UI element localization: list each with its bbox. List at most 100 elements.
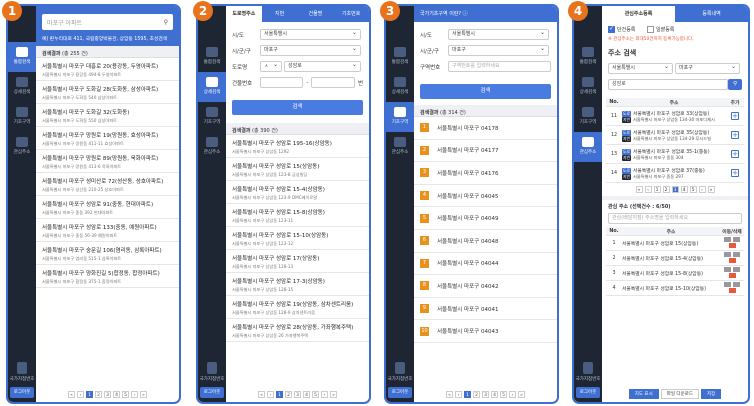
sidebar-item-national-point[interactable]: 국가지점번호 (8, 362, 36, 382)
save-button[interactable]: 저장 (701, 389, 722, 399)
page-button[interactable]: « (446, 391, 453, 398)
sidebar-item-detail[interactable]: 상세검색 (574, 72, 602, 102)
sidebar-item-integrated[interactable]: 통합검색 (8, 42, 36, 72)
sidebar-item-basic-zone[interactable]: 기초구역 (198, 102, 226, 132)
page-button[interactable]: 4 (491, 391, 498, 398)
page-button[interactable]: ‹ (455, 391, 462, 398)
building-sub-number[interactable] (311, 77, 355, 88)
page-button[interactable]: › (698, 186, 706, 193)
bulk-register-checkbox[interactable] (647, 26, 654, 33)
list-item[interactable]: 1 서울특별시 마포구 04178 (414, 117, 557, 140)
list-item[interactable]: 서울특별시 마포구 성암로 91(중동, 현대아파트) 서울특별시 마포구 중동 … (36, 196, 179, 219)
sidebar-item-national-point[interactable]: 국가지점번호 (198, 362, 226, 382)
tab-building-name[interactable]: 건물명 (298, 6, 334, 22)
page-button[interactable]: 2 (662, 186, 670, 193)
add-icon[interactable]: + (731, 131, 739, 139)
page-button[interactable]: 1 (86, 391, 93, 398)
page-button[interactable]: 1 (653, 186, 661, 193)
page-button[interactable]: 5 (500, 391, 507, 398)
page-button[interactable]: 3 (104, 391, 111, 398)
delete-icon[interactable] (728, 258, 736, 263)
tab-road-address[interactable]: 도로명주소 (226, 6, 262, 22)
page-button[interactable]: » (140, 391, 147, 398)
list-item[interactable]: 서울특별시 마포구 도화길 32(도화동) 서울특별시 마포구 도화동 550 삼… (36, 104, 179, 127)
list-item[interactable]: 2 서울특별시 마포구 04177 (414, 140, 557, 163)
delete-icon[interactable] (728, 243, 736, 248)
page-button[interactable]: » (518, 391, 525, 398)
list-item[interactable]: 서울특별시 마포구 성암로 15-4(상암동) 서울특별시 마포구 상암동 123… (226, 181, 369, 204)
single-register-checkbox[interactable] (608, 25, 615, 33)
list-item[interactable]: 서울특별시 마포구 성암로 17(상암동) 서울특별시 마포구 상암동 128-1… (226, 250, 369, 273)
page-button[interactable]: 1 (464, 391, 471, 398)
sidebar-item-national-point[interactable]: 국가지점번호 (386, 362, 414, 382)
sidebar-item-detail[interactable]: 상세검색 (386, 72, 414, 102)
favorite-name-input[interactable]: 관심(배달지점) 주소명을 입력하세요 (608, 213, 742, 224)
sidebar-item-national-point[interactable]: 국가지점번호 (574, 362, 602, 382)
move-down-icon[interactable] (733, 252, 740, 257)
page-button[interactable]: ‹ (644, 186, 652, 193)
list-item[interactable]: 서울특별시 마포구 성암로 15(상암동) 서울특별시 마포구 상암동 123-8… (226, 158, 369, 181)
list-item[interactable]: 7 서울특별시 마포구 04044 (414, 253, 557, 276)
logout-button[interactable]: 로그아웃 (576, 387, 600, 398)
sidebar-item-favorites[interactable]: 관심주소 (574, 132, 602, 162)
page-button[interactable]: « (258, 391, 265, 398)
move-up-icon[interactable] (724, 252, 731, 257)
move-down-icon[interactable] (733, 237, 740, 242)
page-button[interactable]: › (509, 391, 516, 398)
list-item[interactable]: 서울특별시 마포구 숭문길 106(염리동, 삼록아파트) 서울특별시 마포구 염… (36, 242, 179, 265)
building-main-number[interactable] (260, 77, 304, 88)
sidebar-item-integrated[interactable]: 통합검색 (386, 42, 414, 72)
sigungu-select[interactable]: 마포구 (448, 44, 549, 56)
list-item[interactable]: 서울특별시 마포구 성암로 17-3(상암동) 서울특별시 마포구 상암동 128… (226, 273, 369, 296)
list-item[interactable]: 9 서울특별시 마포구 04041 (414, 298, 557, 321)
delete-icon[interactable] (728, 273, 736, 278)
list-item[interactable]: 서울특별시 마포구 성암로 15-10(상암동) 서울특별시 마포구 상암동 12… (226, 227, 369, 250)
sidebar-item-basic-zone[interactable]: 기초구역 (574, 102, 602, 132)
sidebar-item-basic-zone[interactable]: 기초구역 (386, 102, 414, 132)
list-item[interactable]: 4 서울특별시 마포구 04045 (414, 185, 557, 208)
page-button[interactable]: « (68, 391, 75, 398)
search-icon[interactable]: ⚲ (728, 79, 742, 90)
zone-number-input[interactable]: 구역번호를 입력하세요 (448, 61, 551, 72)
sidebar-item-favorites[interactable]: 관심주소 (198, 132, 226, 162)
list-item[interactable]: 서울특별시 마포구 망원로 89(망원동, 욱화아파트) 서울특별시 마포구 망원… (36, 150, 179, 173)
add-icon[interactable]: + (731, 112, 739, 120)
list-item[interactable]: 서울특별시 마포구 성암로 195-16(상암동) 서울특별시 마포구 상암동 1… (226, 135, 369, 158)
list-item[interactable]: 서울특별시 마포구 대흥로 20(용강동, 두영아파트) 서울특별시 마포구 용강… (36, 58, 179, 81)
search-button[interactable]: 검색 (420, 84, 551, 99)
search-button[interactable]: 검색 (232, 100, 363, 115)
page-button[interactable]: › (321, 391, 328, 398)
search-input[interactable]: 마포구 아파트 ⚲ (42, 14, 173, 30)
logout-button[interactable]: 로그아웃 (200, 387, 224, 398)
page-button[interactable]: 4 (680, 186, 688, 193)
add-icon[interactable]: + (731, 150, 739, 158)
address-search-input[interactable]: 성암로 (608, 79, 728, 90)
tab-history[interactable]: 등록내역 (675, 6, 748, 22)
list-item[interactable]: 서울특별시 마포구 망원로 19(망원동, 효성아파트) 서울특별시 마포구 망원… (36, 127, 179, 150)
tab-register[interactable]: 관심주소등록 (602, 6, 675, 22)
list-item[interactable]: 3 서울특별시 마포구 04176 (414, 162, 557, 185)
list-item[interactable]: 서울특별시 마포구 성암로 19(상암동, 삼차센트리움) 서울특별시 마포구 상… (226, 296, 369, 319)
page-button[interactable]: ‹ (267, 391, 274, 398)
list-item[interactable]: 서울특별시 마포구 양화진길 5(합정동, 합정아파트) 서울특별시 마포구 합정… (36, 265, 179, 288)
move-up-icon[interactable] (724, 282, 731, 287)
list-item[interactable]: 서울특별시 마포구 성암로 28(상암동, 가좌행복주택) 서울특별시 마포구 상… (226, 319, 369, 342)
show-map-button[interactable]: 지도 표시 (628, 389, 659, 399)
list-item[interactable]: 서울특별시 마포구 성암로 15-8(상암동) 서울특별시 마포구 상암동 123… (226, 204, 369, 227)
page-button[interactable]: › (131, 391, 138, 398)
page-button[interactable]: 2 (285, 391, 292, 398)
page-button[interactable]: 1 (276, 391, 283, 398)
list-item[interactable]: 서울특별시 마포구 성미산로 72(성산동, 성호아파트) 서울특별시 마포구 성… (36, 173, 179, 196)
sidebar-item-favorites[interactable]: 관심주소 (8, 132, 36, 162)
sido-select[interactable]: 서울특별시 (260, 28, 361, 40)
sido-select[interactable]: 서울특별시 (448, 28, 549, 40)
page-button[interactable]: 3 (294, 391, 301, 398)
tab-lot-number[interactable]: 지번 (262, 6, 298, 22)
sido-select[interactable]: 서울특별시 (608, 62, 673, 74)
page-button[interactable]: 4 (113, 391, 120, 398)
add-icon[interactable]: + (731, 169, 739, 177)
road-select[interactable]: 성암로 (284, 60, 361, 72)
sidebar-item-detail[interactable]: 상세검색 (198, 72, 226, 102)
download-file-button[interactable]: 파일 다운로드 (660, 389, 699, 399)
move-up-icon[interactable] (724, 267, 731, 272)
